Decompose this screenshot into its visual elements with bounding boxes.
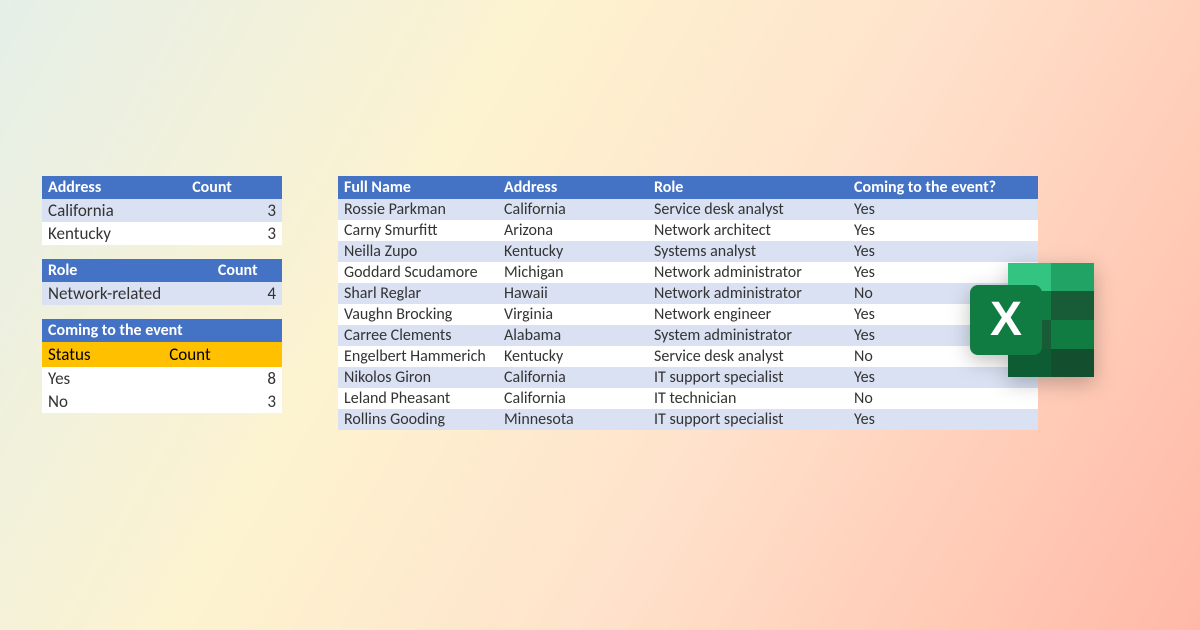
main-data-table: Full Name Address Role Coming to the eve…: [338, 176, 1038, 430]
cell-coming: Yes: [848, 220, 1038, 241]
role-row-label: Network-related: [42, 282, 212, 305]
cell-full-name: Engelbert Hammerich: [338, 346, 498, 367]
cell-full-name: Rollins Gooding: [338, 409, 498, 430]
col-role: Role: [648, 176, 848, 199]
cell-role: Network architect: [648, 220, 848, 241]
table-row: Engelbert HammerichKentuckyService desk …: [338, 346, 1038, 367]
event-row-label: Yes: [42, 367, 163, 390]
table-row: Kentucky 3: [42, 222, 282, 245]
event-row-label: No: [42, 390, 163, 413]
table-row: Yes 8: [42, 367, 282, 390]
event-title: Coming to the event: [42, 319, 282, 342]
cell-role: IT support specialist: [648, 409, 848, 430]
cell-address: Virginia: [498, 304, 648, 325]
address-row-label: Kentucky: [42, 222, 186, 245]
role-header: Role: [42, 259, 212, 282]
role-row-count: 4: [212, 282, 282, 305]
col-address: Address: [498, 176, 648, 199]
cell-full-name: Vaughn Brocking: [338, 304, 498, 325]
cell-role: Systems analyst: [648, 241, 848, 262]
event-count-header: Count: [163, 342, 282, 367]
cell-address: Kentucky: [498, 346, 648, 367]
table-row: California 3: [42, 199, 282, 222]
cell-full-name: Carree Clements: [338, 325, 498, 346]
cell-address: California: [498, 199, 648, 220]
cell-role: Network administrator: [648, 283, 848, 304]
address-header: Address: [42, 176, 186, 199]
col-coming: Coming to the event?: [848, 176, 1038, 199]
address-count-header: Count: [186, 176, 282, 199]
cell-full-name: Rossie Parkman: [338, 199, 498, 220]
cell-role: Network administrator: [648, 262, 848, 283]
cell-address: Alabama: [498, 325, 648, 346]
cell-address: Minnesota: [498, 409, 648, 430]
cell-full-name: Sharl Reglar: [338, 283, 498, 304]
table-row: Leland PheasantCaliforniaIT technicianNo: [338, 388, 1038, 409]
table-row: Carree ClementsAlabamaSystem administrat…: [338, 325, 1038, 346]
cell-coming: Yes: [848, 409, 1038, 430]
summary-panel: Address Count California 3 Kentucky 3 Ro…: [42, 176, 282, 427]
table-row: Nikolos GironCaliforniaIT support specia…: [338, 367, 1038, 388]
table-row: Carny SmurfittArizonaNetwork architectYe…: [338, 220, 1038, 241]
event-row-count: 8: [163, 367, 282, 390]
cell-role: Network engineer: [648, 304, 848, 325]
event-row-count: 3: [163, 390, 282, 413]
svg-text:X: X: [990, 293, 1022, 346]
role-count-header: Count: [212, 259, 282, 282]
cell-coming: No: [848, 388, 1038, 409]
table-row: Rollins GoodingMinnesotaIT support speci…: [338, 409, 1038, 430]
cell-address: Hawaii: [498, 283, 648, 304]
cell-role: IT support specialist: [648, 367, 848, 388]
table-row: Sharl ReglarHawaiiNetwork administratorN…: [338, 283, 1038, 304]
table-row: Neilla ZupoKentuckySystems analystYes: [338, 241, 1038, 262]
table-row: Vaughn BrockingVirginiaNetwork engineerY…: [338, 304, 1038, 325]
table-row: Goddard ScudamoreMichiganNetwork adminis…: [338, 262, 1038, 283]
col-full-name: Full Name: [338, 176, 498, 199]
cell-address: Michigan: [498, 262, 648, 283]
cell-address: California: [498, 367, 648, 388]
cell-role: Service desk analyst: [648, 199, 848, 220]
event-summary-table: Coming to the event Status Count Yes 8 N…: [42, 319, 282, 413]
table-row: Network-related 4: [42, 282, 282, 305]
address-row-count: 3: [186, 222, 282, 245]
address-summary-table: Address Count California 3 Kentucky 3: [42, 176, 282, 245]
cell-role: Service desk analyst: [648, 346, 848, 367]
role-summary-table: Role Count Network-related 4: [42, 259, 282, 305]
cell-full-name: Carny Smurfitt: [338, 220, 498, 241]
table-row: Rossie ParkmanCaliforniaService desk ana…: [338, 199, 1038, 220]
cell-full-name: Neilla Zupo: [338, 241, 498, 262]
event-status-header: Status: [42, 342, 163, 367]
table-row: No 3: [42, 390, 282, 413]
address-row-label: California: [42, 199, 186, 222]
cell-full-name: Goddard Scudamore: [338, 262, 498, 283]
cell-address: California: [498, 388, 648, 409]
cell-full-name: Nikolos Giron: [338, 367, 498, 388]
main-table-panel: Full Name Address Role Coming to the eve…: [338, 176, 1038, 430]
cell-address: Arizona: [498, 220, 648, 241]
cell-full-name: Leland Pheasant: [338, 388, 498, 409]
cell-address: Kentucky: [498, 241, 648, 262]
excel-icon: X: [960, 255, 1100, 385]
address-row-count: 3: [186, 199, 282, 222]
cell-role: IT technician: [648, 388, 848, 409]
cell-coming: Yes: [848, 199, 1038, 220]
cell-role: System administrator: [648, 325, 848, 346]
